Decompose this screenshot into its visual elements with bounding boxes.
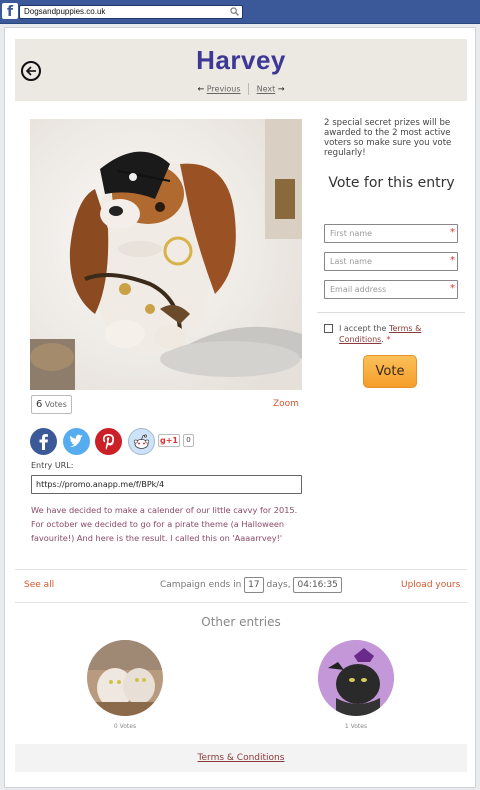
entry-photo[interactable] (30, 119, 302, 390)
accept-terms-text: I accept the Terms & Conditions. * (339, 323, 459, 345)
required-mark: * (450, 227, 455, 238)
entry-url-field[interactable]: https://promo.anapp.me/f/BPk/4 (31, 475, 302, 494)
days-remaining: 17 (244, 577, 264, 593)
reddit-icon (128, 428, 155, 455)
divider-bottom (15, 602, 467, 603)
vote-title: Vote for this entry (328, 175, 455, 191)
time-remaining: 04:16:35 (293, 577, 342, 593)
divider-top (15, 569, 467, 570)
first-name-field[interactable]: First name * (324, 224, 458, 243)
address-field[interactable]: Dogsandpuppies.co.uk (19, 5, 243, 19)
votes-count: 6 (36, 399, 43, 410)
other-entry-photo-1 (87, 640, 163, 716)
other-entry-votes: 1 Votes (344, 723, 368, 730)
address-text: Dogsandpuppies.co.uk (24, 7, 106, 16)
votes-counter: 6 Votes (31, 395, 72, 414)
pager-divider (248, 83, 250, 95)
email-placeholder: Email address (330, 285, 387, 294)
accept-terms-checkbox[interactable] (324, 324, 333, 333)
upload-yours-link[interactable]: Upload yours (401, 580, 460, 590)
terms-conditions-link[interactable]: Terms & Conditions (198, 753, 285, 763)
accept-prefix: I accept the (339, 324, 387, 333)
other-entry-photo-2 (318, 640, 394, 716)
vote-button[interactable]: Vote (363, 355, 417, 388)
dog-pirate-photo (30, 119, 302, 390)
pinterest-share-button[interactable] (95, 428, 122, 455)
contest-panel: Harvey ← Previous Next → 6 Votes Zoom g+… (4, 27, 476, 788)
entry-header: Harvey ← Previous Next → (15, 39, 467, 101)
reddit-share-button[interactable] (128, 428, 155, 455)
next-link[interactable]: Next (257, 85, 276, 94)
facebook-icon (30, 428, 57, 455)
arrow-right-small-icon: → (277, 84, 285, 94)
see-all-link[interactable]: See all (24, 580, 54, 590)
other-entries-title: Other entries (201, 615, 281, 629)
zoom-link[interactable]: Zoom (273, 399, 299, 409)
required-mark: * (450, 283, 455, 294)
arrow-left-small-icon: ← (197, 84, 205, 94)
previous-link[interactable]: Previous (207, 85, 241, 94)
days-word: days, (266, 580, 291, 590)
required-mark: * (386, 335, 391, 344)
google-plus-button[interactable]: g+1 (158, 434, 180, 447)
first-name-placeholder: First name (330, 229, 373, 238)
other-entry-votes: 0 Votes (113, 723, 137, 730)
browser-top-bar: f Dogsandpuppies.co.uk (0, 0, 480, 24)
required-mark: * (450, 255, 455, 266)
campaign-countdown: Campaign ends in 17 days, 04:16:35 (160, 577, 342, 593)
twitter-icon (63, 428, 90, 455)
prize-notice: 2 special secret prizes will be awarded … (324, 118, 452, 158)
last-name-field[interactable]: Last name * (324, 252, 458, 271)
entry-title: Harvey (196, 45, 286, 75)
entry-description: We have decided to make a calender of ou… (31, 505, 298, 543)
footer-bar: Terms & Conditions (15, 744, 467, 772)
entry-url-label: Entry URL: (31, 461, 74, 470)
search-icon[interactable] (230, 7, 239, 16)
pinterest-icon (95, 428, 122, 455)
campaign-ends-label: Campaign ends in (160, 580, 242, 590)
google-plus-count: 0 (183, 434, 194, 447)
form-divider (317, 312, 465, 313)
last-name-placeholder: Last name (330, 257, 372, 266)
facebook-share-button[interactable] (30, 428, 57, 455)
twitter-share-button[interactable] (63, 428, 90, 455)
email-field[interactable]: Email address * (324, 280, 458, 299)
other-entry-thumbnail[interactable] (318, 640, 394, 716)
facebook-logo-icon[interactable]: f (2, 3, 18, 19)
votes-label: Votes (44, 400, 67, 409)
entry-pager: ← Previous Next → (15, 83, 467, 95)
other-entry-thumbnail[interactable] (87, 640, 163, 716)
accept-suffix: . (381, 335, 384, 344)
